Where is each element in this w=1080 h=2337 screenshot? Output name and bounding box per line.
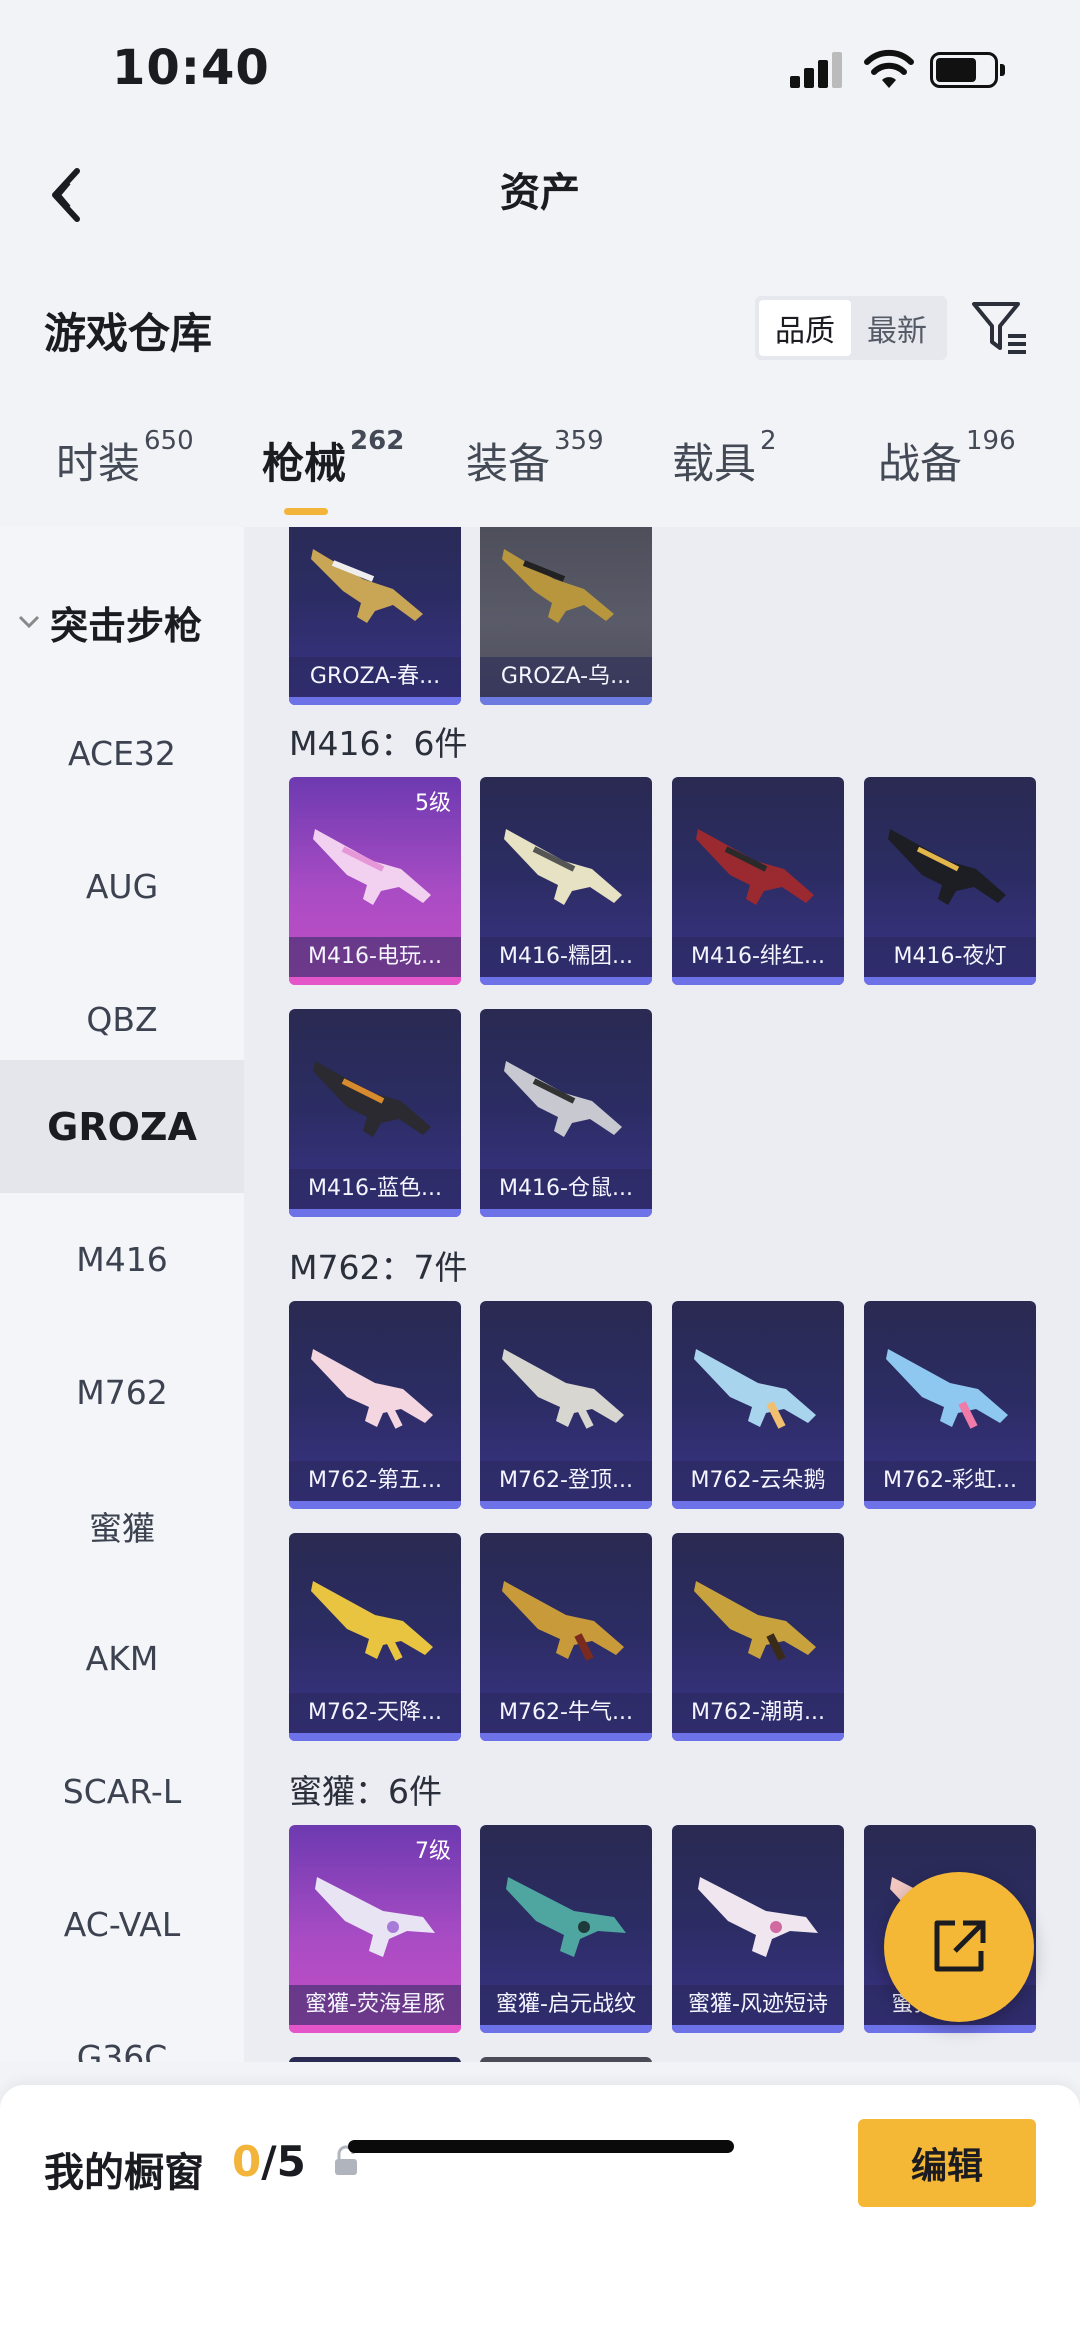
weapon-card-name: M416-夜灯: [864, 937, 1036, 977]
weapon-card[interactable]: GROZA-春...: [289, 527, 461, 705]
weapon-card[interactable]: 蜜獾-启元战纹: [480, 1825, 652, 2033]
rifle-icon: [313, 829, 431, 905]
weapon-card-name: M762-牛气...: [480, 1693, 652, 1733]
rifle-icon: [311, 1349, 433, 1429]
status-time: 10:40: [112, 40, 270, 96]
warehouse-title: 游戏仓库: [44, 309, 213, 358]
sort-option-latest[interactable]: 最新: [851, 300, 943, 356]
weapon-card[interactable]: M762-潮萌...: [672, 1533, 844, 1741]
showcase-count: 0/5: [232, 2137, 306, 2186]
weapon-card[interactable]: M416-仓鼠...: [480, 1009, 652, 1217]
smg-icon: [698, 1877, 818, 1957]
weapon-card-name: M416-仓鼠...: [480, 1169, 652, 1209]
weapon-card[interactable]: M416-蓝色...: [289, 1009, 461, 1217]
sidebar-item-aug[interactable]: AUG: [0, 820, 244, 953]
tab-vehicles[interactable]: 载具 2: [672, 426, 777, 491]
sidebar-item-m416[interactable]: M416: [0, 1193, 244, 1326]
sidebar-item-ac-val[interactable]: AC-VAL: [0, 1858, 244, 1991]
weapon-card[interactable]: GROZA-乌...: [480, 527, 652, 705]
weapon-card-name: M416-蓝色...: [289, 1169, 461, 1209]
rifle-icon: [502, 1349, 624, 1429]
sidebar-item-akm[interactable]: AKM: [0, 1592, 244, 1725]
weapon-card-name: M416-糯团...: [480, 937, 652, 977]
tab-battle-gear[interactable]: 战备 196: [878, 426, 1016, 491]
home-indicator: [348, 2140, 734, 2153]
weapon-card[interactable]: M762-云朵鹅: [672, 1301, 844, 1509]
section-title-honey-badger: 蜜獾：6件: [289, 1772, 442, 1811]
rifle-icon: [888, 829, 1006, 905]
weapon-card-name: M762-天降...: [289, 1693, 461, 1733]
rifle-icon: [504, 1061, 622, 1137]
weapon-card-name: M416-电玩...: [289, 937, 461, 977]
weapon-card[interactable]: 蜜獾-风迹短诗: [672, 1825, 844, 2033]
battery-icon: [930, 52, 1005, 88]
weapon-card[interactable]: M416-糯团...: [480, 777, 652, 985]
rifle-icon: [311, 1581, 433, 1661]
tab-weapons[interactable]: 枪械 262: [262, 426, 404, 491]
weapon-card-name: 蜜獾-荧海星豚: [289, 1985, 461, 2025]
page-title: 资产: [500, 170, 580, 216]
rifle-icon: [886, 1349, 1008, 1429]
rifle-icon: [313, 1061, 431, 1137]
showcase-label: 我的橱窗: [44, 2150, 204, 2196]
showcase-bar: 我的橱窗 0/5 编辑: [0, 2085, 1080, 2337]
share-icon: [934, 1920, 986, 1972]
smg-icon: [506, 1877, 626, 1957]
weapon-card-name: M762-潮萌...: [672, 1693, 844, 1733]
weapon-card[interactable]: M762-彩虹...: [864, 1301, 1036, 1509]
weapon-card-name: GROZA-春...: [289, 657, 461, 697]
weapon-card-name: 蜜獾-启元战纹: [480, 1985, 652, 2025]
weapon-grid: GROZA-春... GROZA-乌... M416：6件 5级 M416-电玩…: [244, 527, 1080, 2062]
weapon-card[interactable]: 7级 蜜獾-荧海星豚: [289, 1825, 461, 2033]
weapon-card[interactable]: [289, 2057, 461, 2062]
sidebar-item-m762[interactable]: M762: [0, 1326, 244, 1459]
weapon-card[interactable]: M762-牛气...: [480, 1533, 652, 1741]
share-button[interactable]: [884, 1872, 1034, 2022]
rifle-icon: [502, 1581, 624, 1661]
rifle-icon: [502, 549, 614, 623]
weapon-card[interactable]: M762-登顶...: [480, 1301, 652, 1509]
weapon-card[interactable]: M762-第五...: [289, 1301, 461, 1509]
sidebar-item-groza[interactable]: GROZA: [0, 1060, 244, 1193]
wifi-icon: [864, 49, 914, 88]
weapon-card-name: M762-登顶...: [480, 1461, 652, 1501]
weapon-card[interactable]: M762-天降...: [289, 1533, 461, 1741]
chevron-down-icon: [18, 615, 40, 629]
rifle-icon: [504, 829, 622, 905]
weapon-card[interactable]: M416-夜灯: [864, 777, 1036, 985]
weapon-card-name: M762-彩虹...: [864, 1461, 1036, 1501]
weapon-card[interactable]: [480, 2057, 652, 2062]
section-title-m416: M416：6件: [289, 724, 468, 763]
sidebar-group-assault-rifle[interactable]: 突击步枪: [0, 572, 244, 672]
sidebar-item-ace32[interactable]: ACE32: [0, 687, 244, 820]
sidebar-item-honey-badger[interactable]: 蜜獾: [0, 1459, 244, 1592]
rifle-icon: [694, 1581, 816, 1661]
sidebar-item-g36c[interactable]: G36C: [0, 1991, 244, 2062]
weapon-card-name: M762-云朵鹅: [672, 1461, 844, 1501]
filter-icon[interactable]: [968, 296, 1032, 360]
weapon-card-name: M762-第五...: [289, 1461, 461, 1501]
weapon-card-name: M416-绯红...: [672, 937, 844, 977]
section-title-m762: M762：7件: [289, 1248, 468, 1287]
category-tabs: 时装 650 枪械 262 装备 359 载具 2 战备 196: [0, 426, 1080, 525]
tab-equipment[interactable]: 装备 359: [466, 426, 604, 491]
sidebar-item-scar-l[interactable]: SCAR-L: [0, 1725, 244, 1858]
status-bar: 10:40: [0, 0, 1080, 130]
rifle-icon: [696, 829, 814, 905]
smg-icon: [315, 1877, 435, 1957]
weapon-card[interactable]: M416-绯红...: [672, 777, 844, 985]
rifle-icon: [311, 549, 423, 623]
edit-button[interactable]: 编辑: [858, 2119, 1036, 2207]
weapon-card-name: 蜜獾-风迹短诗: [672, 1985, 844, 2025]
sort-option-quality[interactable]: 品质: [759, 300, 851, 356]
rifle-icon: [694, 1349, 816, 1429]
weapon-sidebar: 突击步枪 ACE32 AUG QBZ GROZA M416 M762 蜜獾 AK…: [0, 527, 244, 2062]
sort-toggle: 品质 最新: [755, 296, 947, 360]
tab-outfits[interactable]: 时装 650: [56, 426, 194, 491]
weapon-card-name: GROZA-乌...: [480, 657, 652, 697]
weapon-card[interactable]: 5级 M416-电玩...: [289, 777, 461, 985]
cellular-signal-icon: [790, 52, 842, 88]
active-tab-indicator: [284, 508, 328, 515]
